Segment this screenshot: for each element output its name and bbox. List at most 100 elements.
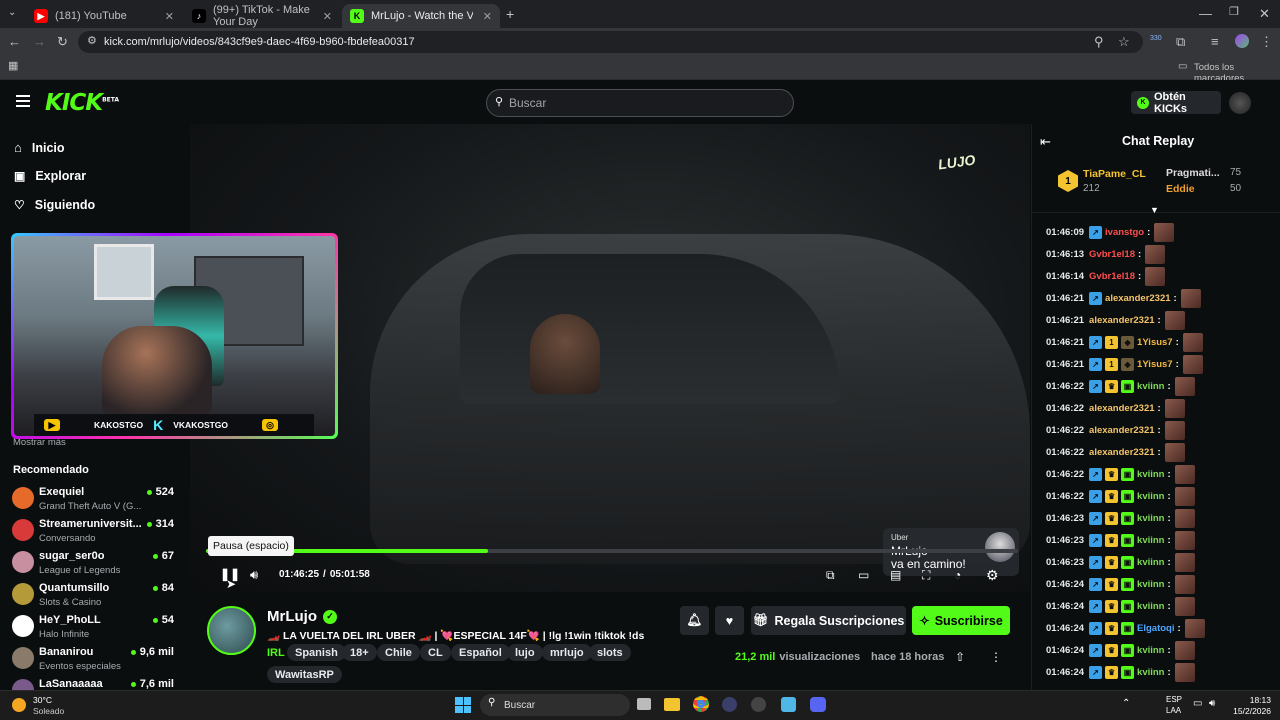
task-view-icon[interactable] [637, 698, 651, 710]
tab-youtube[interactable]: ▶ (181) YouTube ✕ [26, 4, 182, 28]
chat-username[interactable]: alexander2321 [1105, 293, 1171, 304]
category-link[interactable]: IRL [267, 647, 285, 659]
close-tab-icon[interactable]: ✕ [165, 10, 174, 23]
recommended-channel[interactable]: sugar_ser0o League of Legends 67 [12, 550, 182, 580]
clock-time[interactable]: 18:13 [1233, 695, 1271, 705]
close-tab-icon[interactable]: ✕ [483, 10, 492, 23]
notifications-button[interactable]: 🔔︎ [680, 606, 709, 635]
tag[interactable]: Español [451, 644, 510, 661]
progress-bar[interactable] [206, 549, 1018, 553]
tag[interactable]: mrlujo [542, 644, 592, 661]
subscribe-button[interactable]: ✧ Suscribirse [912, 606, 1010, 635]
close-window-icon[interactable]: ✕ [1259, 7, 1270, 20]
tab-kick[interactable]: K MrLujo - Watch the VOD o ✕ [342, 4, 500, 28]
theater-mode-icon[interactable]: ▭ [858, 569, 869, 581]
forward-icon[interactable]: → [33, 35, 46, 48]
recommended-channel[interactable]: HeY_PhoLL Halo Infinite 54 [12, 614, 182, 644]
sidebar-item-explorar[interactable]: ▣ Explorar [14, 169, 86, 183]
collapse-chat-icon[interactable]: ⇤ [1040, 134, 1051, 150]
speed-icon[interactable]: ◔ [954, 569, 961, 581]
reading-list-icon[interactable]: ≡ [1211, 35, 1219, 48]
chat-username[interactable]: kviinn [1137, 491, 1164, 502]
settings-gear-icon[interactable]: ⚙ [986, 568, 999, 582]
chat-username[interactable]: kviinn [1137, 513, 1164, 524]
tray-chevron-icon[interactable]: ⌃ [1122, 698, 1130, 709]
chat-username[interactable]: kviinn [1137, 645, 1164, 656]
channel-avatar[interactable] [207, 606, 256, 655]
chat-username[interactable]: kviinn [1137, 469, 1164, 480]
back-icon[interactable]: ← [8, 35, 21, 48]
sidebar-item-siguiendo[interactable]: ♡ Siguiendo [14, 198, 95, 212]
new-tab-icon[interactable]: + [506, 7, 514, 21]
clip-icon[interactable]: ▤ [890, 569, 901, 581]
reload-icon[interactable]: ↻ [57, 35, 68, 48]
tab-search-icon[interactable]: ⌄ [8, 8, 16, 18]
chat-username[interactable]: kviinn [1137, 535, 1164, 546]
url-field[interactable]: ⚙ kick.com/mrlujo/videos/843cf9e9-daec-4… [78, 31, 1143, 53]
windows-start-icon[interactable] [455, 697, 471, 713]
channel-name[interactable]: MrLujo ✓ [267, 608, 337, 625]
user-avatar[interactable] [1229, 92, 1251, 114]
kick-logo[interactable]: KICKBETA [45, 90, 119, 116]
volume-icon[interactable]: 🔊︎ [1209, 698, 1215, 709]
leader-name[interactable]: Eddie [1166, 183, 1195, 195]
bookmark-star-icon[interactable]: ☆ [1118, 35, 1130, 48]
chat-username[interactable]: Elgatoqi [1137, 623, 1174, 634]
top-gifter-name[interactable]: TiaPame_CL [1083, 168, 1146, 180]
profile-icon[interactable] [1235, 34, 1249, 48]
recommended-channel[interactable]: Quantumsillo Slots & Casino 84 [12, 582, 182, 612]
follow-button[interactable]: ♥ [715, 606, 744, 635]
chat-username[interactable]: Gvbr1el18 [1089, 249, 1135, 260]
recommended-channel[interactable]: Streameruniversit... Conversando 314 [12, 518, 182, 548]
tag[interactable]: Chile [377, 644, 420, 661]
chat-username[interactable]: kviinn [1137, 667, 1164, 678]
get-kicks-button[interactable]: K Obtén KICKs [1131, 91, 1221, 115]
hamburger-menu-icon[interactable] [16, 95, 30, 107]
share-icon[interactable]: ⇧ [955, 650, 965, 664]
chat-username[interactable]: kviinn [1137, 579, 1164, 590]
minimize-icon[interactable]: — [1199, 7, 1212, 20]
apps-grid-icon[interactable]: ▦ [8, 61, 18, 72]
chat-username[interactable]: kviinn [1137, 601, 1164, 612]
chat-username[interactable]: alexander2321 [1089, 315, 1155, 326]
leader-name[interactable]: Pragmati... [1166, 167, 1220, 179]
chat-username[interactable]: 1Yisus7 [1137, 337, 1173, 348]
tag[interactable]: WawitasRP [267, 666, 342, 683]
site-info-icon[interactable]: ⚙ [87, 36, 97, 47]
more-options-icon[interactable]: ⋮ [990, 650, 1002, 664]
close-tab-icon[interactable]: ✕ [323, 10, 332, 23]
chat-username[interactable]: alexander2321 [1089, 447, 1155, 458]
chat-username[interactable]: alexander2321 [1089, 425, 1155, 436]
chat-username[interactable]: kviinn [1137, 557, 1164, 568]
recommended-channel[interactable]: LaSanaaaaa 7,6 mil [12, 678, 182, 690]
zoom-icon[interactable]: ⚲ [1094, 35, 1104, 48]
search-input[interactable]: ⚲ Buscar [486, 89, 794, 117]
tag[interactable]: Spanish [287, 644, 346, 661]
fullscreen-icon[interactable]: ⛶ [922, 569, 930, 581]
app-icon[interactable] [722, 697, 737, 712]
restore-icon[interactable]: ❐ [1229, 7, 1239, 18]
taskbar-search[interactable]: ⚲ Buscar [480, 694, 630, 716]
chrome-icon[interactable] [693, 696, 709, 712]
tag[interactable]: lujo [507, 644, 543, 661]
pip-icon[interactable]: ⧉ [826, 569, 835, 581]
tag[interactable]: CL [420, 644, 451, 661]
app-icon[interactable] [751, 697, 766, 712]
extensions-icon[interactable]: ⧉ [1176, 35, 1185, 48]
gift-subs-button[interactable]: 🎁︎ Regala Suscripciones [751, 606, 906, 635]
recommended-channel[interactable]: Bananirou Eventos especiales 9,6 mil [12, 646, 182, 676]
chat-username[interactable]: kviinn [1137, 381, 1164, 392]
discord-icon[interactable] [810, 697, 826, 712]
file-explorer-icon[interactable] [664, 698, 680, 711]
tag[interactable]: 18+ [342, 644, 377, 661]
chat-username[interactable]: ivanstgo [1105, 227, 1144, 238]
tag[interactable]: slots [589, 644, 631, 661]
sidebar-item-inicio[interactable]: ⌂ Inicio [14, 140, 65, 155]
weather-temp[interactable]: 30°C [33, 695, 52, 705]
tab-tiktok[interactable]: ♪ (99+) TikTok - Make Your Day ✕ [184, 4, 340, 28]
menu-dots-icon[interactable]: ⋮ [1260, 35, 1273, 48]
app-icon[interactable] [781, 697, 796, 712]
network-icon[interactable]: ▭ [1193, 698, 1202, 709]
extension-badge[interactable]: 330 [1150, 35, 1162, 42]
chat-username[interactable]: 1Yisus7 [1137, 359, 1173, 370]
